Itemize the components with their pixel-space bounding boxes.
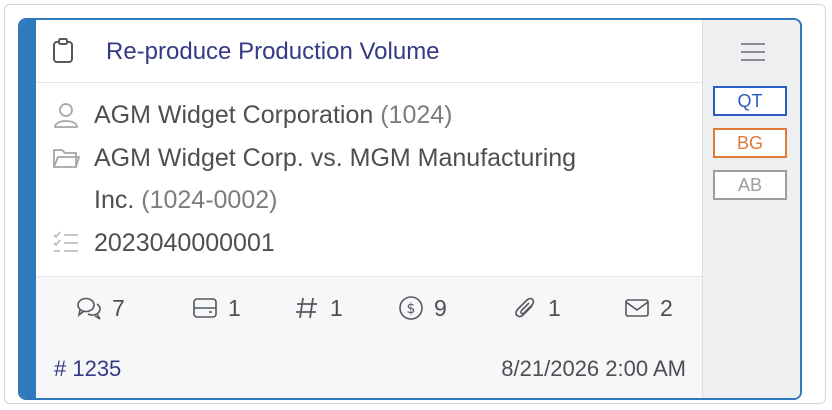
card-accent-bar [20,20,36,398]
client-id: (1024) [380,101,453,129]
matter-row: AGM Widget Corp. vs. MGM Manufacturing I… [52,137,694,221]
comments-icon [77,297,101,320]
paperclip-icon [515,297,535,318]
matter-name-line2: Inc. [94,186,135,214]
dollar-icon: $ [399,296,423,320]
client-name: AGM Widget Corporation [94,101,374,129]
due-date: 8/21/2026 2:00 AM [501,356,686,381]
card-header: Re-produce Production Volume [36,20,702,83]
comments-count: 7 [112,295,125,321]
tag-bg[interactable]: BG [713,128,787,158]
menu-icon[interactable] [741,42,765,62]
card-number: 2023040000001 [94,229,275,257]
tag-ab[interactable]: AB [713,170,787,200]
user-icon [54,103,78,128]
card-title[interactable]: Re-produce Production Volume [106,38,440,66]
card-main: Re-produce Production Volume AGM Widget … [36,20,702,398]
hash-icon [296,297,317,319]
tag-qt[interactable]: QT [713,86,787,116]
task-card[interactable]: Re-produce Production Volume AGM Widget … [18,18,802,400]
billing-count: 9 [434,295,447,321]
checklist-icon [53,231,78,252]
svg-text:$: $ [407,301,416,317]
card-side-panel: QT BG AB [702,20,800,398]
attachments-count: 1 [548,295,561,321]
card-footer: # 1235 8/21/2026 2:00 AM [36,338,702,398]
folder-icon [53,149,80,168]
messages-count: 2 [660,295,673,321]
cards-count: 1 [228,295,241,321]
tags-count: 1 [330,295,343,321]
envelope-icon [625,299,649,317]
clipboard-icon [53,38,73,63]
matter-name-line1: AGM Widget Corp. vs. MGM Manufacturing [94,144,577,172]
card-stats: 7 1 1 $ 9 1 2 [36,276,702,340]
matter-id: (1024-0002) [141,186,278,214]
case-number[interactable]: # 1235 [54,356,121,382]
card-details: AGM Widget Corporation (1024) AGM Widget… [36,82,702,276]
card-icon [193,298,217,318]
